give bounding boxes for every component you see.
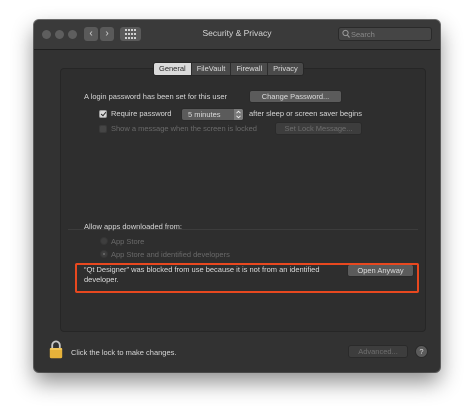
change-password-button[interactable]: Change Password...	[249, 90, 342, 103]
preferences-window: ‹ › Security & Privacy Gener	[34, 20, 440, 372]
radio-identified-developers[interactable]	[100, 250, 108, 258]
tab-general[interactable]: General	[154, 63, 191, 75]
search-field[interactable]	[338, 27, 432, 41]
chevron-left-icon: ‹	[89, 28, 93, 39]
show-all-button[interactable]	[120, 27, 141, 41]
back-button[interactable]: ‹	[84, 27, 98, 41]
allow-apps-heading: Allow apps downloaded from:	[84, 222, 182, 231]
radio-identified-developers-label: App Store and identified developers	[111, 250, 230, 259]
help-button[interactable]: ?	[415, 345, 428, 358]
require-password-checkbox[interactable]	[99, 110, 107, 118]
title-bar: ‹ › Security & Privacy	[34, 20, 440, 50]
lock-icon[interactable]	[49, 340, 63, 359]
tab-privacy[interactable]: Privacy	[267, 63, 303, 75]
tab-filevault[interactable]: FileVault	[190, 63, 231, 75]
lock-hint-text: Click the lock to make changes.	[71, 348, 177, 357]
require-password-label: Require password	[111, 109, 172, 118]
advanced-button[interactable]: Advanced...	[348, 345, 408, 358]
zoom-window-button[interactable]	[68, 30, 77, 39]
password-interval-select[interactable]: 5 minutes	[181, 108, 244, 121]
window-title: Security & Privacy	[202, 28, 272, 38]
annotation-highlight-box	[75, 263, 419, 293]
forward-button[interactable]: ›	[100, 27, 114, 41]
grid-icon	[125, 29, 136, 39]
password-set-text: A login password has been set for this u…	[84, 92, 227, 101]
search-icon	[342, 29, 350, 38]
tab-firewall[interactable]: Firewall	[230, 63, 267, 75]
radio-app-store-label: App Store	[111, 237, 145, 246]
show-message-checkbox[interactable]	[99, 125, 107, 133]
close-window-button[interactable]	[42, 30, 51, 39]
updown-arrows-icon	[234, 109, 243, 120]
password-interval-value: 5 minutes	[188, 110, 221, 119]
show-message-label: Show a message when the screen is locked	[111, 124, 257, 133]
search-input[interactable]	[351, 28, 429, 40]
chevron-right-icon: ›	[105, 28, 109, 39]
set-lock-message-button[interactable]: Set Lock Message...	[275, 122, 362, 135]
radio-app-store[interactable]	[100, 237, 108, 245]
tab-bar: General FileVault Firewall Privacy	[153, 62, 304, 76]
after-sleep-label: after sleep or screen saver begins	[249, 109, 362, 118]
minimize-window-button[interactable]	[55, 30, 64, 39]
